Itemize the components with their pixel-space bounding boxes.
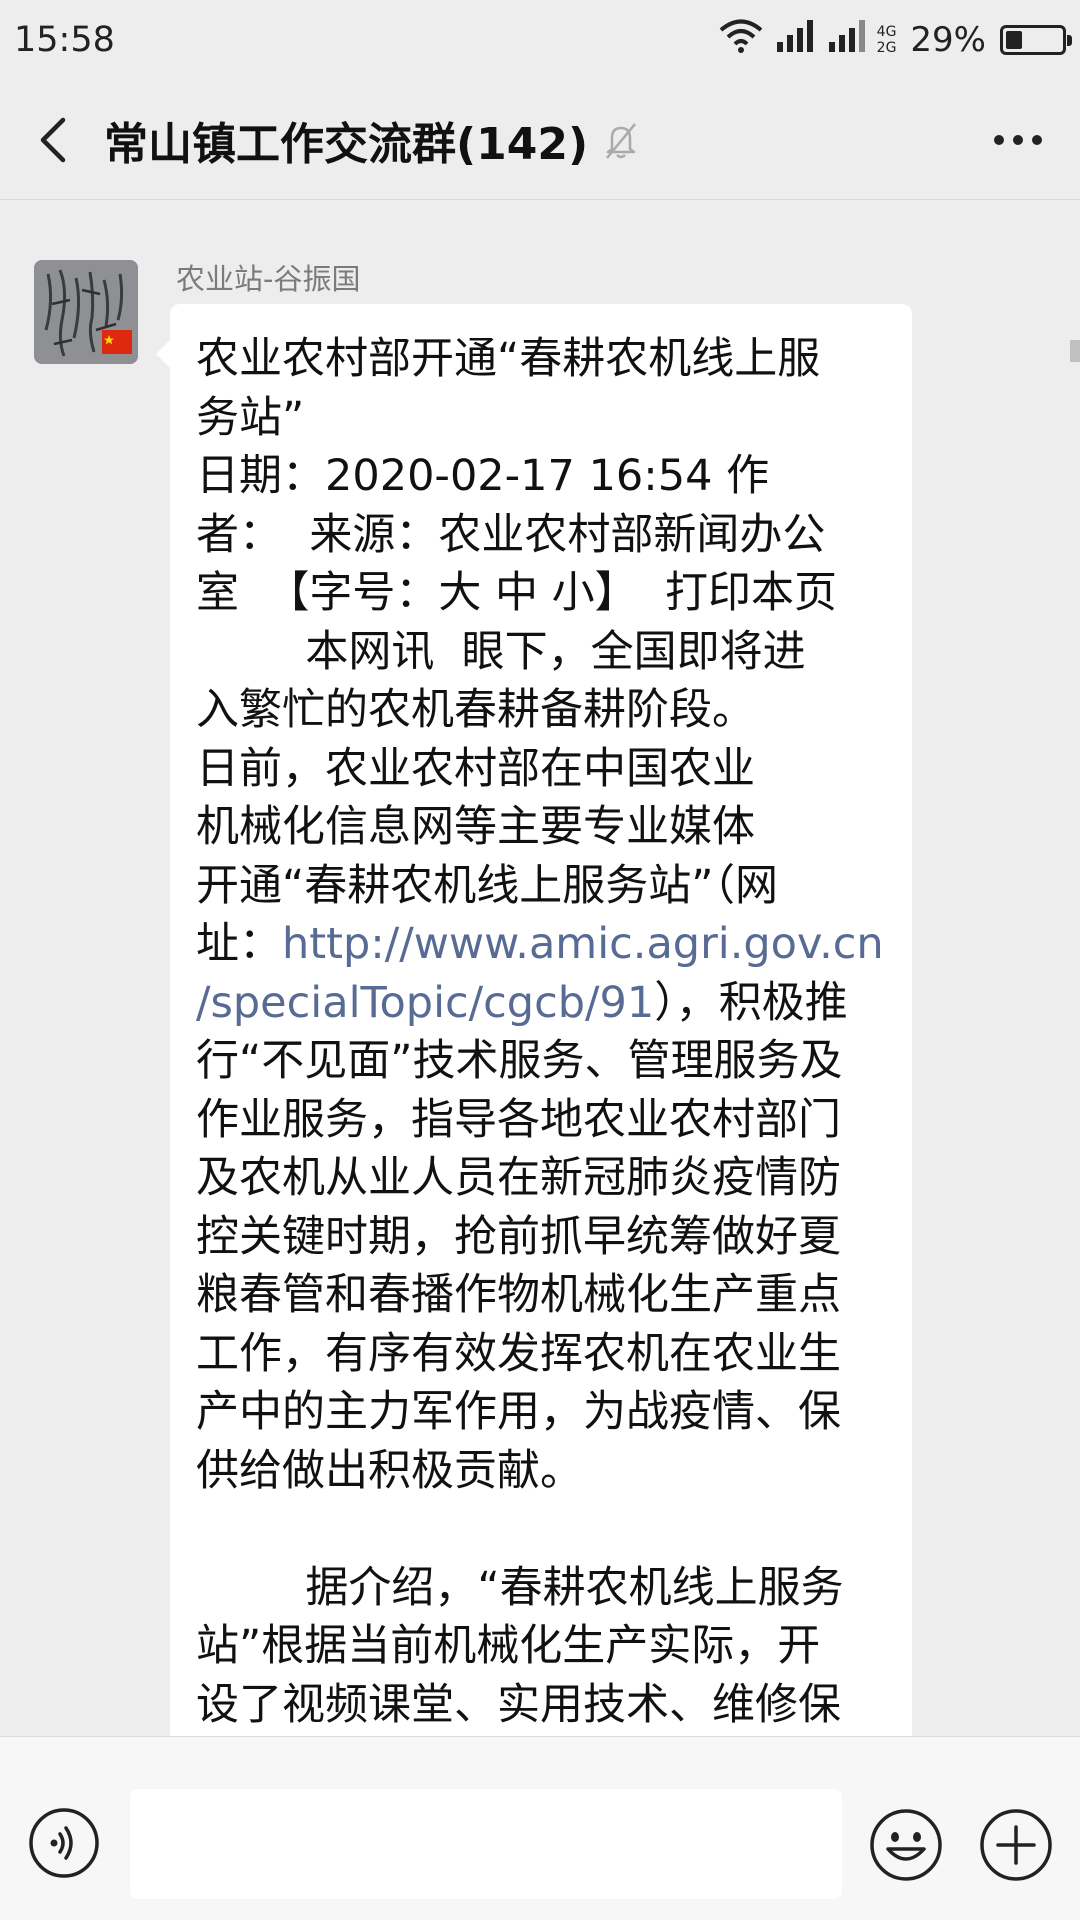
message-link[interactable]: http://www.amic.agri.gov.cn xyxy=(282,919,884,969)
message-text: 供给做出积极贡献。 xyxy=(196,1445,583,1496)
message-text: 设了视频课堂、实用技术、维修保 xyxy=(196,1679,841,1730)
message-line: 址：http://www.amic.agri.gov.cn xyxy=(196,915,890,974)
input-bar xyxy=(0,1736,1080,1920)
message-line: 机械化信息网等主要专业媒体 xyxy=(196,798,890,857)
message-line: 及农机从业人员在新冠肺炎疫情防 xyxy=(196,1149,890,1208)
message-text: 开通“春耕农机线上服务站”（网 xyxy=(196,860,779,911)
message-line: 本网讯 眼下，全国即将进 xyxy=(196,623,890,682)
message-line: 粮春管和春播作物机械化生产重点 xyxy=(196,1266,890,1325)
message-line: 室 【字号：大 中 小】 打印本页 xyxy=(196,564,890,623)
sender-name: 农业站-谷振国 xyxy=(176,262,361,296)
network-type-top: 4G xyxy=(876,24,897,40)
more-icon xyxy=(994,135,1042,145)
message-text: ），积极推 xyxy=(654,977,848,1028)
message-bubble[interactable]: 农业农村部开通“春耕农机线上服 务站” 日期：2020-02-17 16:54 作者… xyxy=(156,304,912,1736)
message-line: 日前，农业农村部在中国农业 xyxy=(196,740,890,799)
emoji-button[interactable] xyxy=(868,1807,944,1883)
message-line: 工作，有序有效发挥农机在农业生 xyxy=(196,1325,890,1384)
emoji-icon xyxy=(870,1809,942,1881)
message-line: /specialTopic/cgcb/91），积极推 xyxy=(196,974,890,1033)
message-text: 控关键时期，抢前抓早统筹做好夏 xyxy=(196,1211,841,1262)
message-text: 入繁忙的农机春耕备耕阶段。 xyxy=(196,685,755,735)
status-time: 15:58 xyxy=(14,20,115,60)
message-line: 日期：2020-02-17 16:54 作 xyxy=(196,447,890,506)
more-button[interactable] xyxy=(986,110,1050,170)
message-text: 产中的主力军作用，为战疫情、保 xyxy=(196,1387,841,1437)
battery-percent: 29% xyxy=(910,20,986,60)
signal-icon-secondary xyxy=(828,19,867,61)
message-text: 务站” xyxy=(196,392,305,443)
network-type-bottom: 2G xyxy=(876,40,897,56)
chat-header: 常山镇工作交流群(142) xyxy=(0,80,1080,200)
message-line: 者： 来源：农业农村部新闻办公 xyxy=(196,506,890,565)
chat-area[interactable]: 农业站-谷振国 农业农村部开通“春耕农机线上服 务站” 日期：2020-02-17 … xyxy=(0,200,1080,1736)
back-button[interactable] xyxy=(0,80,104,200)
voice-button[interactable] xyxy=(28,1807,100,1879)
plus-icon xyxy=(980,1809,1052,1881)
message-text: 机械化信息网等主要专业媒体 xyxy=(196,802,755,852)
status-icons: 4G 2G 29% xyxy=(719,19,1072,62)
message-line: 作业服务，指导各地农业农村部门 xyxy=(196,1091,890,1150)
message-input[interactable] xyxy=(130,1789,842,1899)
message-text: 农业农村部开通“春耕农机线上服 xyxy=(196,334,821,384)
message-text: 站”根据当前机械化生产实际，开 xyxy=(196,1621,821,1671)
scrollbar[interactable] xyxy=(1070,340,1080,362)
chevron-left-icon xyxy=(40,117,66,162)
status-bar: 15:58 4G 2G 29% xyxy=(0,0,1080,80)
message-text: 本网讯 眼下，全国即将进 xyxy=(196,626,806,677)
message-line: 控关键时期，抢前抓早统筹做好夏 xyxy=(196,1208,890,1267)
message-link[interactable]: /specialTopic/cgcb/91 xyxy=(196,978,654,1028)
message-text: 日前，农业农村部在中国农业 xyxy=(196,743,755,794)
message-text: 及农机从业人员在新冠肺炎疫情防 xyxy=(196,1153,841,1203)
wifi-icon xyxy=(719,19,763,62)
message-text: 粮春管和春播作物机械化生产重点 xyxy=(196,1270,841,1320)
message-text: 据介绍，“春耕农机线上服务 xyxy=(196,1562,844,1613)
signal-icon xyxy=(776,19,815,61)
message-text: 作业服务，指导各地农业农村部门 xyxy=(196,1094,841,1145)
message-text: 日期：2020-02-17 16:54 作 xyxy=(196,451,770,501)
battery-icon xyxy=(1000,25,1072,55)
chat-title: 常山镇工作交流群(142) xyxy=(104,118,589,170)
plus-button[interactable] xyxy=(978,1807,1054,1883)
message-line: 行“不见面”技术服务、管理服务及 xyxy=(196,1032,890,1091)
battery-level xyxy=(1006,31,1022,49)
message-line xyxy=(196,1500,890,1559)
message-line: 产中的主力军作用，为战疫情、保 xyxy=(196,1383,890,1442)
message-line: 农业农村部开通“春耕农机线上服 xyxy=(196,330,890,389)
message-text: 室 【字号：大 中 小】 打印本页 xyxy=(196,568,838,618)
message-text: 工作，有序有效发挥农机在农业生 xyxy=(196,1328,841,1379)
message-line: 开通“春耕农机线上服务站”（网 xyxy=(196,857,890,916)
message-line: 务站” xyxy=(196,389,890,448)
message-line: 据介绍，“春耕农机线上服务 xyxy=(196,1559,890,1618)
message-line: 入繁忙的农机春耕备耕阶段。 xyxy=(196,681,890,740)
bell-mute-icon xyxy=(604,121,638,165)
voice-icon xyxy=(29,1808,99,1878)
message-line: 设了视频课堂、实用技术、维修保 xyxy=(196,1676,890,1735)
message-text: 者： 来源：农业农村部新闻办公 xyxy=(196,509,826,560)
network-type: 4G 2G xyxy=(877,24,897,56)
message-line: 站”根据当前机械化生产实际，开 xyxy=(196,1617,890,1676)
avatar[interactable] xyxy=(34,260,138,364)
message-text: 址： xyxy=(196,919,282,969)
message-line: 供给做出积极贡献。 xyxy=(196,1442,890,1501)
message-text: 行“不见面”技术服务、管理服务及 xyxy=(196,1036,843,1086)
